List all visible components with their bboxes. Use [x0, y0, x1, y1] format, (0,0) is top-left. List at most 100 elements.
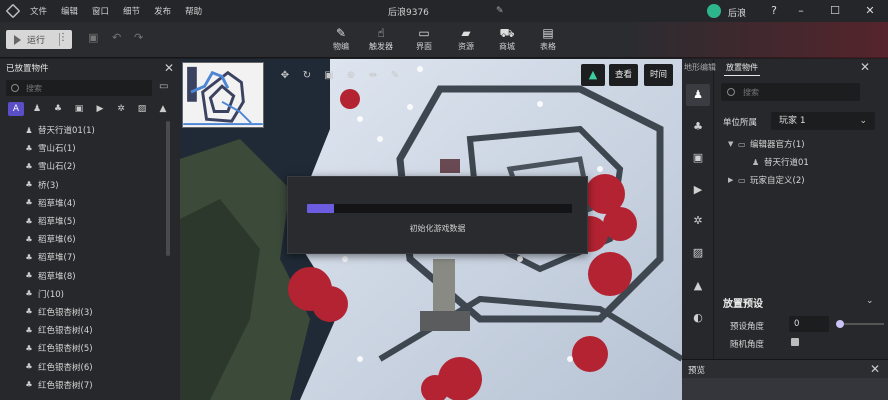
list-item[interactable]: ♣ 红色银杏树(4): [0, 321, 166, 339]
search-input[interactable]: [26, 83, 136, 93]
list-item[interactable]: ♣ 稻草堆(7): [0, 248, 166, 266]
list-item-label: 稻草堆(5): [38, 217, 76, 228]
folder-icon[interactable]: ▭: [159, 81, 168, 92]
redo-icon[interactable]: ↷: [134, 31, 143, 44]
list-item[interactable]: ♣ 红色银杏树(5): [0, 339, 166, 357]
tool-resources[interactable]: ▰ 资源: [446, 25, 486, 52]
angle-input[interactable]: 0: [789, 316, 829, 332]
align-icon[interactable]: ⇹: [362, 70, 384, 81]
close-icon[interactable]: ✕: [860, 60, 870, 74]
building-icon[interactable]: ▣: [686, 147, 710, 169]
terrain-view-icon[interactable]: ▲: [581, 64, 605, 86]
maximize-icon[interactable]: ☐: [826, 2, 844, 20]
user-name[interactable]: 后浪: [728, 6, 746, 19]
right-tabs: 地形编辑 放置物件: [682, 62, 766, 76]
tool-trigger[interactable]: ☝ 触发器: [361, 25, 401, 52]
menu-window[interactable]: 窗口: [92, 5, 109, 17]
menu-edit[interactable]: 编辑: [61, 5, 78, 17]
save-icon[interactable]: ▣: [88, 31, 98, 44]
placement-preset-title: 放置预设: [723, 299, 763, 310]
progress-fill: [307, 204, 334, 213]
view-button[interactable]: 查看: [609, 64, 638, 86]
building-icon[interactable]: ▣: [71, 102, 87, 116]
mountain-icon[interactable]: ▲: [155, 102, 171, 116]
person-icon[interactable]: ♟: [686, 84, 710, 106]
tree-item-official[interactable]: ▼ ▭ 编辑器官方(1): [728, 138, 805, 151]
sparkle-icon[interactable]: ✲: [686, 210, 710, 232]
random-angle-label: 随机角度: [730, 340, 765, 350]
tool-interface[interactable]: ▭ 界面: [404, 25, 444, 52]
tree-icon[interactable]: ♣: [50, 102, 66, 116]
close-icon[interactable]: ✕: [861, 2, 879, 20]
list-item[interactable]: ♣ 稻草堆(6): [0, 230, 166, 248]
scrollbar[interactable]: [166, 121, 170, 256]
list-item[interactable]: ♣ 桥(3): [0, 176, 166, 194]
measure-icon[interactable]: ✎: [384, 70, 406, 81]
scale-icon[interactable]: ▣: [318, 70, 340, 81]
person-icon: ♟: [752, 157, 760, 167]
chevron-down-icon[interactable]: ⌄: [866, 296, 874, 306]
angle-slider[interactable]: [838, 323, 884, 325]
list-item[interactable]: ♣ 雪山石(2): [0, 157, 166, 175]
filter-all-icon[interactable]: A: [8, 102, 24, 116]
tab-terrain-edit[interactable]: 地形编辑: [682, 62, 718, 76]
tool-object-edit-label: 物编: [333, 42, 349, 51]
minimap[interactable]: [182, 62, 264, 128]
list-item[interactable]: ♣ 稻草堆(4): [0, 194, 166, 212]
tree-item-custom[interactable]: ▶ ▭ 玩家自定义(2): [728, 174, 805, 187]
close-icon[interactable]: ✕: [870, 362, 880, 376]
object-search[interactable]: [6, 80, 152, 96]
sound-icon[interactable]: ◐: [686, 307, 710, 329]
tool-object-edit[interactable]: ✎ 物编: [321, 25, 361, 52]
menu-file[interactable]: 文件: [30, 5, 47, 17]
list-item[interactable]: ♣ 稻草堆(8): [0, 267, 166, 285]
tool-resources-label: 资源: [458, 42, 474, 51]
tab-place-objects[interactable]: 放置物件: [724, 62, 760, 76]
tool-table[interactable]: ▤ 表格: [528, 25, 568, 52]
list-item[interactable]: ♣ 红色银杏树(3): [0, 303, 166, 321]
menu-help[interactable]: 帮助: [185, 5, 202, 17]
tree-icon: ♣: [25, 307, 33, 317]
tree-item-unit[interactable]: ♟ 替天行道01: [752, 156, 809, 169]
angle-slider-thumb[interactable]: [836, 320, 844, 328]
camera-icon[interactable]: ▶: [92, 102, 108, 116]
tree-icon[interactable]: ♣: [686, 116, 710, 138]
owner-select[interactable]: 玩家 1 ⌄: [771, 112, 875, 130]
panel-title: 已放置物件: [6, 64, 49, 74]
stripes-icon[interactable]: ▨: [134, 102, 150, 116]
time-button[interactable]: 时间: [644, 64, 673, 86]
sparkle-icon[interactable]: ✲: [113, 102, 129, 116]
list-item[interactable]: ♣ 雪山石(1): [0, 139, 166, 157]
menu-details[interactable]: 细节: [123, 5, 140, 17]
pencil-icon[interactable]: ✎: [496, 6, 504, 16]
run-button[interactable]: 运行 ⋮: [6, 30, 72, 49]
stripes-icon[interactable]: ▨: [686, 242, 710, 264]
mountain-icon[interactable]: ▲: [686, 275, 710, 297]
person-icon[interactable]: ♟: [29, 102, 45, 116]
more-options-icon[interactable]: ⋮: [58, 32, 68, 43]
list-item[interactable]: ♣ 稻草堆(5): [0, 212, 166, 230]
list-item[interactable]: ♣ 红色银杏树(7): [0, 376, 166, 394]
loading-dialog: 初始化游戏数据: [287, 176, 588, 254]
search-input[interactable]: [743, 87, 843, 97]
rotate-icon[interactable]: ↻: [296, 70, 318, 81]
list-item[interactable]: ♣ 门(10): [0, 285, 166, 303]
camera-icon[interactable]: ▶: [686, 179, 710, 201]
right-search[interactable]: [721, 83, 860, 101]
user-avatar[interactable]: [707, 4, 721, 18]
menu-publish[interactable]: 发布: [154, 5, 171, 17]
close-icon[interactable]: ✕: [164, 61, 174, 75]
target-icon[interactable]: ⊕: [340, 70, 362, 81]
question-icon[interactable]: ?: [765, 2, 783, 20]
preview-area: [682, 378, 888, 400]
random-angle-checkbox[interactable]: [791, 338, 799, 346]
tool-store[interactable]: ⛟ 商城: [487, 25, 527, 52]
list-item[interactable]: ♣ 红色银杏树(6): [0, 357, 166, 375]
list-item[interactable]: ♟ 替天行道01(1): [0, 121, 166, 139]
folder-icon: ▭: [738, 139, 746, 149]
tree-icon: ♣: [25, 325, 33, 335]
minimize-icon[interactable]: –: [792, 2, 810, 20]
folder-icon: ▰: [461, 26, 471, 40]
move-icon[interactable]: ✥: [274, 70, 296, 81]
undo-icon[interactable]: ↶: [112, 31, 121, 44]
